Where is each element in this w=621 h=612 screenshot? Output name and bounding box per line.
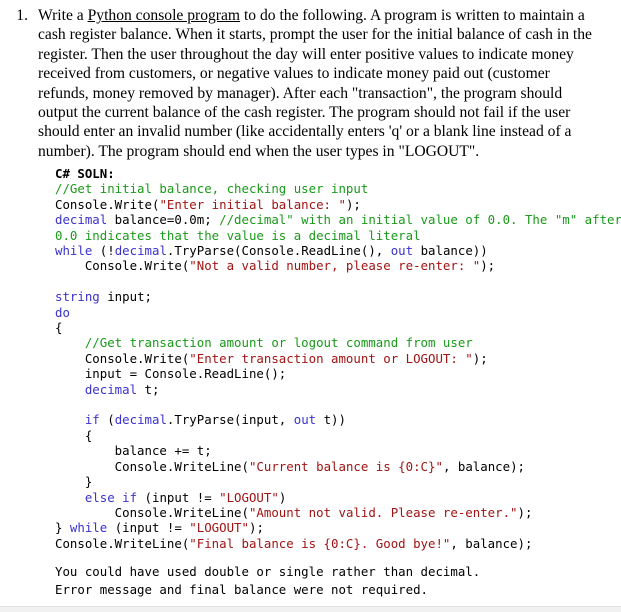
code-line: //Get initial balance, checking user inp…	[55, 181, 621, 196]
solution-block: C# SOLN: //Get initial balance, checking…	[55, 166, 621, 551]
code-line: } while (input != "LOGOUT");	[55, 520, 621, 535]
code-token-str: "Current balance is {0:C}"	[248, 458, 443, 474]
code-line: Console.Write("Not a valid number, pleas…	[55, 258, 621, 273]
code-token-pln: )	[278, 489, 287, 505]
code-token-pln: (input !=	[137, 489, 220, 505]
note-line: You could have used double or single rat…	[55, 564, 481, 579]
code-token-pln	[55, 382, 85, 397]
code-token-com: //Get initial balance, checking user inp…	[55, 181, 369, 197]
code-token-pln: );	[517, 504, 533, 520]
code-token-str: "Final balance is {0:C}. Good bye!"	[189, 535, 451, 551]
code-token-com: //decimal" with an initial value of 0.0.…	[219, 212, 621, 228]
code-line: string input;	[55, 289, 621, 304]
code-token-str: "Amount not valid. Please re-enter."	[248, 504, 518, 520]
code-line: input = Console.ReadLine();	[55, 366, 621, 381]
code-token-str: "Enter transaction amount or LOGOUT: "	[189, 350, 473, 366]
code-token-kw: else if	[84, 489, 138, 505]
code-token-str: "LOGOUT"	[189, 520, 249, 536]
code-token-pln: Console.WriteLine(	[55, 535, 190, 551]
code-token-str: "Not a valid number, please re-enter: "	[189, 258, 481, 274]
code-token-kw: while	[55, 243, 93, 259]
note-line: Error message and final balance were not…	[55, 581, 428, 597]
code-token-str: "LOGOUT"	[219, 489, 279, 505]
code-line: }	[55, 474, 621, 489]
code-token-kw: decimal	[84, 381, 138, 397]
code-token-pln: t))	[316, 412, 346, 428]
code-token-pln: input = Console.ReadLine();	[55, 366, 287, 382]
question-row: 1. Write a Python console program to do …	[0, 6, 611, 161]
code-line: balance += t;	[55, 443, 621, 458]
code-token-pln: (input !=	[107, 520, 190, 536]
code-line: Console.Write("Enter transaction amount …	[55, 351, 621, 366]
question-text: Write a Python console program to do the…	[38, 6, 611, 161]
code-token-kw: do	[55, 304, 70, 320]
code-line: Console.WriteLine("Amount not valid. Ple…	[55, 505, 621, 520]
code-line: else if (input != "LOGOUT")	[55, 490, 621, 505]
code-token-pln: );	[248, 520, 264, 536]
solution-heading: C# SOLN:	[55, 166, 115, 181]
code-token-pln: .TryParse(Console.ReadLine(),	[166, 243, 391, 259]
code-line: 0.0 indicates that the value is a decima…	[55, 228, 621, 243]
code-line: while (!decimal.TryParse(Console.ReadLin…	[55, 243, 621, 258]
code-token-pln	[55, 412, 85, 427]
code-token-pln: }	[55, 474, 93, 490]
code-line: Console.Write("Enter initial balance: ")…	[55, 197, 621, 212]
code-token-pln: Console.Write(	[55, 196, 160, 212]
code-line: decimal balance=0.0m; //decimal" with an…	[55, 212, 621, 227]
code-line: Console.WriteLine("Final balance is {0:C…	[55, 536, 621, 551]
code-token-pln: , balance);	[450, 535, 533, 551]
page-bottom-edge	[0, 606, 621, 612]
code-token-str: "Enter initial balance: "	[159, 196, 346, 212]
code-token-pln: {	[55, 427, 93, 443]
code-token-pln: (	[99, 412, 115, 428]
code-token-pln: , balance);	[442, 458, 525, 474]
code-token-kw: while	[69, 520, 108, 536]
code-line: decimal t;	[55, 382, 621, 397]
list-marker: 1.	[16, 7, 28, 24]
code-token-pln: Console.Write(	[55, 350, 190, 366]
code-token-pln: Console.WriteLine(	[55, 504, 249, 520]
code-token-kw: out	[293, 412, 317, 428]
code-listing: //Get initial balance, checking user inp…	[55, 181, 621, 551]
code-line: //Get transaction amount or logout comma…	[55, 335, 621, 350]
code-token-kw: string	[55, 289, 100, 305]
question-block: 1. Write a Python console program to do …	[0, 0, 621, 161]
code-line: {	[55, 320, 621, 335]
code-line: {	[55, 428, 621, 443]
code-line: Console.WriteLine("Current balance is {0…	[55, 459, 621, 474]
code-token-com: //Get transaction amount or logout comma…	[55, 335, 473, 351]
code-token-pln: (!	[92, 243, 115, 259]
code-token-pln: balance=0.0m;	[107, 212, 220, 228]
code-token-com: 0.0 indicates that the value is a decima…	[55, 227, 421, 243]
code-token-pln: input;	[99, 289, 152, 305]
code-token-kw: out	[390, 243, 414, 259]
code-token-pln: {	[55, 320, 63, 336]
code-token-pln: Console.WriteLine(	[55, 458, 249, 474]
code-token-pln	[55, 490, 85, 505]
question-lead: Write a	[38, 7, 88, 24]
code-line: if (decimal.TryParse(input, out t))	[55, 412, 621, 427]
code-line: do	[55, 305, 621, 320]
code-token-pln: );	[480, 258, 496, 274]
code-token-pln: );	[345, 196, 361, 212]
emphasized-term: Python console program	[87, 7, 241, 24]
code-token-pln: balance))	[413, 243, 488, 259]
code-token-pln: balance += t;	[55, 443, 212, 459]
code-token-pln: .TryParse(input,	[166, 412, 294, 428]
code-token-pln: Console.Write(	[55, 258, 190, 274]
code-token-pln: );	[472, 350, 488, 366]
code-token-pln: }	[55, 520, 70, 536]
code-token-pln: t;	[137, 381, 160, 397]
solution-notes: You could have used double or single rat…	[55, 563, 621, 598]
code-token-kw: decimal	[114, 243, 167, 259]
question-body: to do the following. A program is writte…	[38, 7, 592, 160]
code-token-kw: if	[84, 412, 100, 428]
code-token-kw: decimal	[114, 412, 167, 428]
code-token-kw: decimal	[55, 212, 108, 228]
